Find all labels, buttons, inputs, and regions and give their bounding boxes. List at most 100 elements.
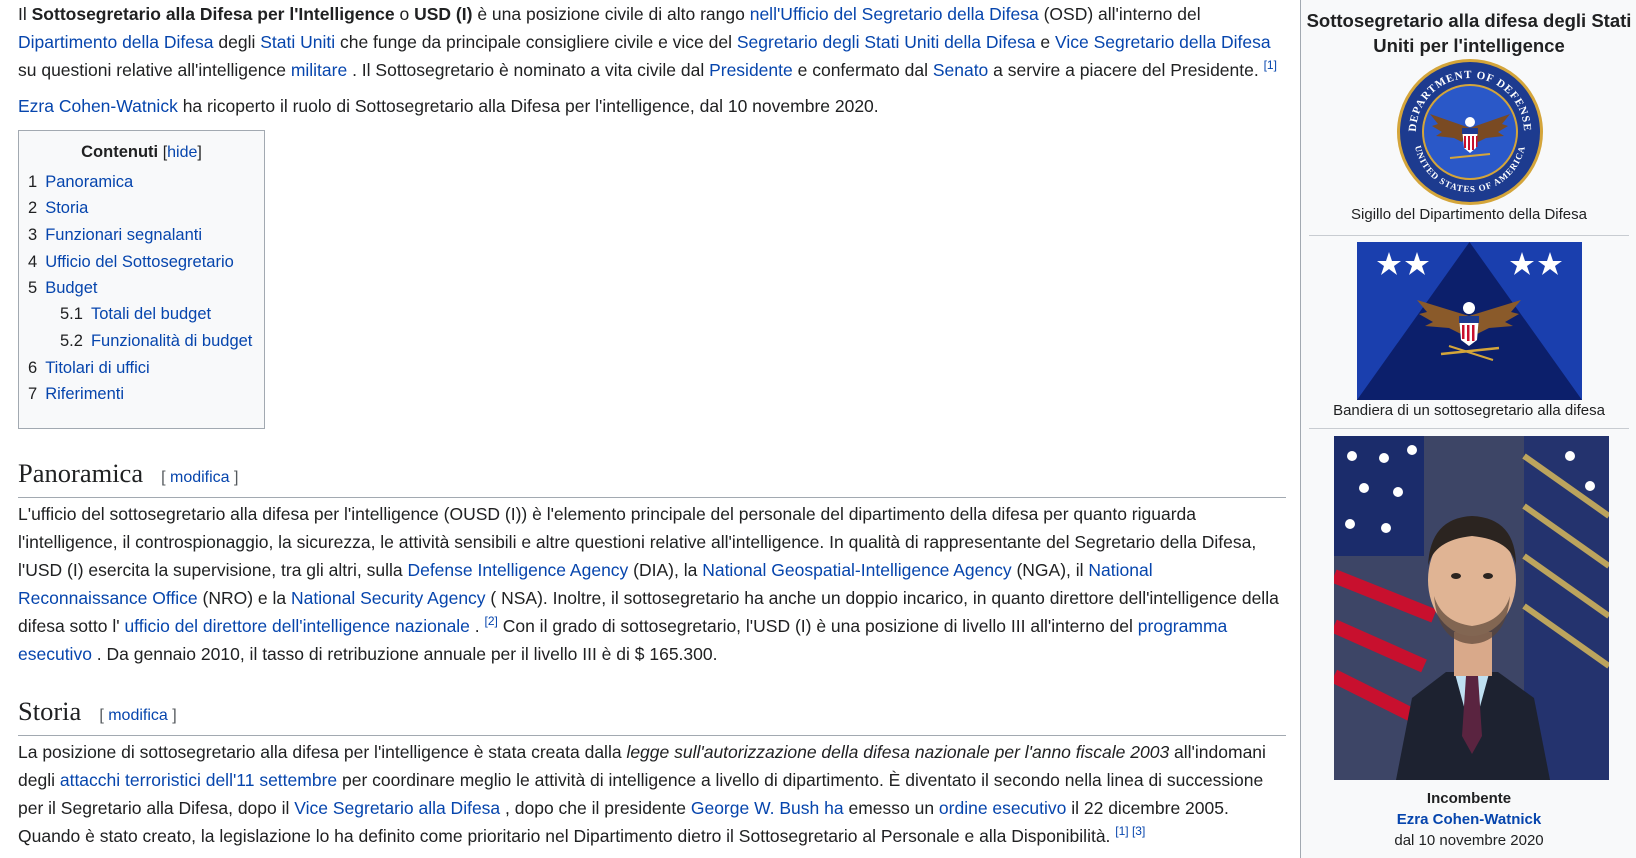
toc-link[interactable]: Panoramica — [45, 173, 133, 191]
link-ezra-cohen-watnick[interactable]: Ezra Cohen-Watnick — [18, 96, 178, 116]
toc-link[interactable]: Ufficio del Sottosegretario — [45, 253, 234, 271]
toc-number: 5.2 — [60, 332, 83, 350]
edit-link[interactable]: modifica — [108, 707, 168, 724]
reference-2[interactable]: [2] — [485, 614, 498, 628]
link-dni[interactable]: ufficio del direttore dell'intelligence … — [124, 616, 469, 636]
incumbent-block: Incombente Ezra Cohen-Watnick dal 10 nov… — [1301, 788, 1636, 851]
toc-link[interactable]: Budget — [45, 279, 97, 297]
bold-title: Sottosegretario alla Difesa per l'Intell… — [31, 4, 395, 24]
toc-link[interactable]: Funzionari segnalanti — [45, 226, 202, 244]
bracket: [ — [161, 469, 166, 486]
toc-item-storia[interactable]: 2 Storia — [28, 199, 88, 218]
link-dia[interactable]: Defense Intelligence Agency — [407, 560, 628, 580]
toc-link[interactable]: Totali del budget — [91, 305, 211, 323]
toc-item-titolari[interactable]: 6 Titolari di uffici — [28, 359, 150, 378]
link-vice-segretario[interactable]: Vice Segretario alla Difesa — [294, 798, 500, 818]
link-ufficio-segretario-difesa[interactable]: nell'Ufficio del Segretario della Difesa — [750, 4, 1039, 24]
text: . — [469, 616, 485, 636]
link-attacchi-11-settembre[interactable]: attacchi terroristici dell'11 settembre — [60, 770, 337, 790]
toc-item-budget[interactable]: 5 Budget — [28, 279, 97, 298]
toc-number: 1 — [28, 173, 38, 191]
incumbent-since: dal 10 novembre 2020 — [1394, 832, 1544, 849]
reference-1[interactable]: [1] — [1264, 58, 1277, 72]
reference-1[interactable]: [1] — [1115, 824, 1128, 838]
section-heading-storia: Storia [ modifica ] — [18, 694, 1286, 736]
toc-item-ufficio[interactable]: 4 Ufficio del Sottosegretario — [28, 253, 234, 272]
heading-text: Storia — [18, 696, 82, 726]
link-nga[interactable]: National Geospatial-Intelligence Agency — [702, 560, 1011, 580]
toc-item-riferimenti[interactable]: 7 Riferimenti — [28, 385, 124, 404]
text: ha ricoperto il ruolo di Sottosegretario… — [177, 96, 879, 116]
text: degli — [213, 32, 261, 52]
link-vice-segretario-difesa[interactable]: Vice Segretario della Difesa — [1055, 32, 1271, 52]
text: emesso un — [843, 798, 939, 818]
link-ordine-esecutivo[interactable]: ordine esecutivo — [939, 798, 1066, 818]
bracket: ] — [172, 707, 177, 724]
toc-item-totali-budget[interactable]: 5.1 Totali del budget — [60, 305, 211, 324]
text: La posizione di sottosegretario alla dif… — [18, 742, 627, 762]
toc-hide-toggle: [hide] — [163, 144, 202, 161]
text: a servire a piacere del Presidente. — [988, 60, 1264, 80]
toc-number: 5.1 — [60, 305, 83, 323]
infobox-title: Sottosegretario alla difesa degli Stati … — [1306, 10, 1632, 56]
toc-number: 3 — [28, 226, 38, 244]
toc-link[interactable]: Riferimenti — [45, 385, 124, 403]
text: è una posizione civile di alto rango — [472, 4, 750, 24]
text: che funge da principale consigliere civi… — [335, 32, 737, 52]
italic-law-title: legge sull'autorizzazione della difesa n… — [626, 742, 1170, 762]
toc-item-panoramica[interactable]: 1 Panoramica — [28, 173, 133, 192]
edit-section: [ modifica ] — [161, 469, 238, 486]
text: e confermato dal — [792, 60, 933, 80]
toc-item-funzionari[interactable]: 3 Funzionari segnalanti — [28, 226, 202, 245]
link-dipartimento-difesa[interactable]: Dipartimento della Difesa — [18, 32, 214, 52]
intro-paragraph: Il Sottosegretario alla Difesa per l'Int… — [18, 0, 1286, 84]
flag-caption: Bandiera di un sottosegretario alla dife… — [1333, 402, 1605, 419]
toc-link[interactable]: Storia — [45, 199, 88, 217]
infobox: Sottosegretario alla difesa degli Stati … — [1300, 0, 1636, 858]
toc-item-funzionalita-budget[interactable]: 5.2 Funzionalità di budget — [60, 332, 252, 351]
toc-link[interactable]: Titolari di uffici — [45, 359, 150, 377]
incumbent-label: Incombente — [1426, 790, 1512, 807]
link-militare[interactable]: militare — [291, 60, 347, 80]
reference-3[interactable]: [3] — [1132, 824, 1145, 838]
text: (NGA), il — [1011, 560, 1089, 580]
toc-number: 2 — [28, 199, 38, 217]
incumbent-portrait[interactable] — [1334, 436, 1609, 780]
text: Con il grado di sottosegretario, l'USD (… — [497, 616, 1138, 636]
toc-hide-button[interactable]: hide — [167, 144, 197, 161]
text: (OSD) all'interno del — [1038, 4, 1201, 24]
undersecretary-flag-image[interactable] — [1357, 242, 1582, 400]
link-incumbent-name[interactable]: Ezra Cohen-Watnick — [1397, 811, 1541, 828]
dod-seal-image[interactable]: DEPARTMENT OF DEFENSE UNITED STATES OF A… — [1396, 58, 1544, 206]
infobox-divider — [1309, 428, 1629, 429]
edit-link[interactable]: modifica — [170, 469, 230, 486]
text: . Il Sottosegretario è nominato a vita c… — [347, 60, 710, 80]
toc-heading: Contenuti — [81, 143, 159, 161]
bracket: [ — [99, 707, 104, 724]
text: . Da gennaio 2010, il tasso di retribuzi… — [91, 644, 718, 664]
toc-number: 4 — [28, 253, 38, 271]
text: (DIA), la — [628, 560, 703, 580]
seal-caption: Sigillo del Dipartimento della Difesa — [1351, 206, 1587, 223]
intro-paragraph-2: Ezra Cohen-Watnick ha ricoperto il ruolo… — [18, 92, 1286, 120]
link-presidente[interactable]: Presidente — [709, 60, 793, 80]
bracket: ] — [197, 144, 202, 161]
table-of-contents: Contenuti [hide] 1 Panoramica 2 Storia 3 Fu… — [18, 130, 265, 429]
toc-link[interactable]: Funzionalità di budget — [91, 332, 252, 350]
link-nsa[interactable]: National Security Agency — [291, 588, 486, 608]
link-segretario-difesa[interactable]: Segretario degli Stati Uniti della Difes… — [737, 32, 1036, 52]
link-senato[interactable]: Senato — [933, 60, 988, 80]
text: , dopo che il presidente — [500, 798, 691, 818]
text: Il — [18, 4, 32, 24]
bold-abbreviation: USD (I) — [414, 4, 473, 24]
infobox-divider — [1309, 235, 1629, 236]
link-george-w-bush[interactable]: George W. Bush ha — [691, 798, 844, 818]
panoramica-paragraph: L'ufficio del sottosegretario alla difes… — [18, 500, 1286, 668]
text: e — [1035, 32, 1055, 52]
storia-paragraph: La posizione di sottosegretario alla dif… — [18, 738, 1286, 850]
text: o — [394, 4, 415, 24]
section-heading-panoramica: Panoramica [ modifica ] — [18, 456, 1286, 498]
link-stati-uniti[interactable]: Stati Uniti — [260, 32, 335, 52]
portrait-image — [1334, 436, 1609, 780]
bracket: ] — [234, 469, 239, 486]
